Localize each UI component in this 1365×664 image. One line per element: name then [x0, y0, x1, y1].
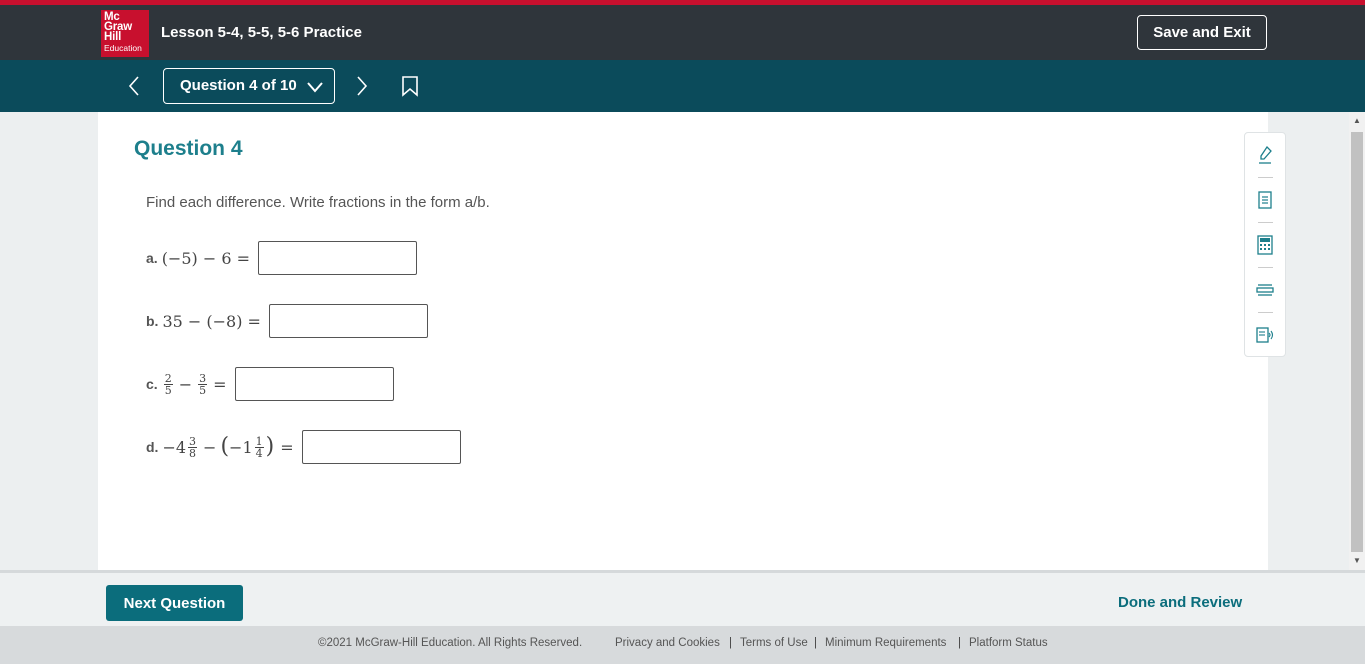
denominator: 4 — [255, 446, 263, 460]
next-question-button[interactable]: Next Question — [106, 585, 243, 621]
denominator: 5 — [164, 383, 172, 397]
fraction: 2 5 — [163, 371, 173, 397]
chevron-left-icon — [128, 76, 139, 96]
answer-input-c[interactable] — [234, 367, 394, 401]
question-item-d: d. −4 3 8 − ( −1 1 4 ) = — [146, 430, 461, 464]
line-reader-icon — [1256, 284, 1274, 296]
denominator: 5 — [199, 383, 207, 397]
question-item-a: a. (−5) − 6 = — [146, 241, 418, 275]
copyright-text: ©2021 McGraw-Hill Education. All Rights … — [318, 637, 583, 649]
math-expression: −4 3 8 − ( −1 1 4 ) = — [162, 436, 293, 459]
chevron-down-icon — [307, 82, 323, 93]
answer-input-a[interactable] — [258, 241, 418, 275]
link-separator: | — [814, 637, 817, 649]
notepad-icon — [1258, 191, 1272, 209]
platform-status-link[interactable]: Platform Status — [969, 637, 1048, 649]
text-to-speech-tool-button[interactable] — [1245, 313, 1285, 357]
math-expression: (−5) − 6 = — [161, 248, 251, 268]
content-scrollbar[interactable]: ▲ ▼ — [1349, 112, 1365, 570]
numerator: 3 — [188, 434, 198, 448]
question-panel: Question 4 Find each difference. Write f… — [98, 112, 1268, 570]
item-label: c. — [146, 376, 158, 392]
legal-footer: ©2021 McGraw-Hill Education. All Rights … — [0, 626, 1365, 664]
whole-number: −1 — [229, 437, 253, 457]
next-question-arrow-button[interactable] — [350, 74, 372, 98]
question-select-dropdown[interactable]: Question 4 of 10 — [163, 68, 335, 104]
numerator: 3 — [198, 371, 208, 385]
item-label: a. — [146, 250, 158, 266]
numerator: 1 — [254, 434, 264, 448]
tools-sidebar — [1244, 132, 1286, 357]
question-instructions: Find each difference. Write fractions in… — [146, 194, 490, 211]
highlighter-tool-button[interactable] — [1245, 133, 1285, 177]
minus-sign: − — [178, 374, 193, 394]
answer-input-d[interactable] — [301, 430, 461, 464]
whole-number: −4 — [162, 437, 187, 457]
notepad-tool-button[interactable] — [1245, 178, 1285, 222]
question-item-c: c. 2 5 − 3 5 = — [146, 367, 394, 401]
question-item-b: b. 35 − (−8) = — [146, 304, 428, 338]
text-to-speech-icon — [1256, 327, 1274, 343]
item-label: b. — [146, 313, 159, 329]
link-separator: | — [958, 637, 961, 649]
equals-sign: = — [213, 374, 227, 394]
minimum-requirements-link[interactable]: Minimum Requirements — [825, 637, 946, 649]
math-expression: 2 5 − 3 5 = — [162, 373, 227, 396]
mcgraw-hill-logo: Mc Graw Hill Education — [101, 10, 149, 57]
denominator: 8 — [189, 446, 197, 460]
question-select-label: Question 4 of 10 — [180, 77, 297, 94]
save-and-exit-button[interactable]: Save and Exit — [1137, 15, 1267, 50]
line-reader-tool-button[interactable] — [1245, 268, 1285, 312]
open-paren: ( — [220, 434, 230, 459]
scroll-thumb[interactable] — [1351, 132, 1363, 552]
logo-text-hill: Hill — [104, 31, 122, 43]
fraction: 3 5 — [198, 371, 208, 397]
lesson-title: Lesson 5-4, 5-5, 5-6 Practice — [161, 24, 362, 41]
bookmark-icon — [402, 76, 418, 97]
question-heading: Question 4 — [134, 137, 243, 160]
logo-text-education: Education — [104, 43, 142, 53]
previous-question-button[interactable] — [124, 74, 146, 98]
question-navbar: Question 4 of 10 — [0, 60, 1365, 112]
privacy-cookies-link[interactable]: Privacy and Cookies — [615, 637, 720, 649]
top-header: Mc Graw Hill Education Lesson 5-4, 5-5, … — [0, 5, 1365, 60]
scroll-up-arrow-icon[interactable]: ▲ — [1349, 112, 1365, 130]
close-paren: ) — [265, 434, 275, 459]
calculator-tool-button[interactable] — [1245, 223, 1285, 267]
highlighter-icon — [1259, 145, 1272, 164]
numerator: 2 — [163, 371, 173, 385]
terms-of-use-link[interactable]: Terms of Use — [740, 637, 808, 649]
equals-sign: = — [280, 437, 294, 457]
item-label: d. — [146, 439, 159, 455]
minus-sign: − — [203, 437, 217, 457]
calculator-icon — [1257, 235, 1273, 255]
bottom-action-bar: Next Question Done and Review — [0, 570, 1365, 626]
answer-input-b[interactable] — [268, 304, 428, 338]
fraction: 3 8 — [188, 434, 198, 460]
link-separator: | — [729, 637, 732, 649]
chevron-right-icon — [357, 76, 368, 96]
math-expression: 35 − (−8) = — [162, 311, 261, 331]
scroll-down-arrow-icon[interactable]: ▼ — [1349, 552, 1365, 570]
fraction: 1 4 — [254, 434, 264, 460]
done-and-review-link[interactable]: Done and Review — [1118, 594, 1242, 611]
bookmark-button[interactable] — [399, 74, 421, 98]
